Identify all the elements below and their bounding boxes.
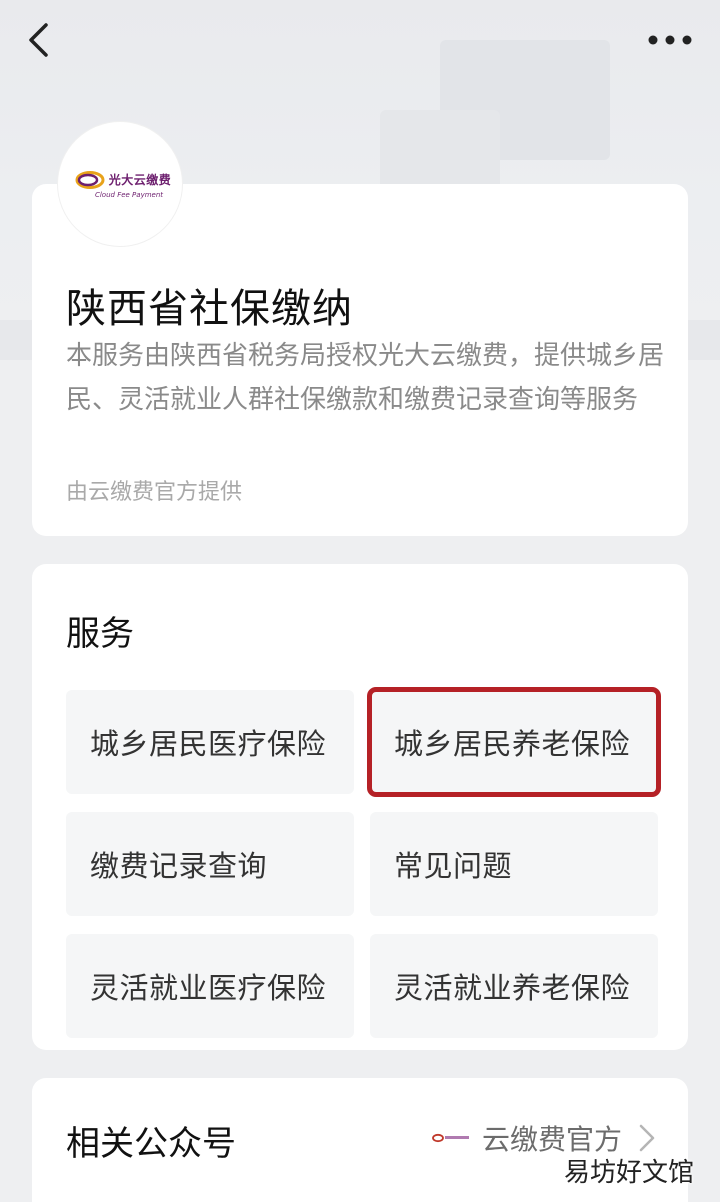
service-label: 城乡居民医疗保险 bbox=[90, 727, 327, 761]
logo-text: 光大云缴费 bbox=[108, 173, 172, 187]
service-rural-medical-insurance[interactable]: 城乡居民医疗保险 bbox=[66, 690, 354, 794]
top-nav-bar bbox=[0, 0, 720, 80]
service-label: 灵活就业养老保险 bbox=[394, 971, 631, 1005]
service-label: 城乡居民养老保险 bbox=[394, 727, 631, 761]
service-label: 缴费记录查询 bbox=[90, 849, 268, 883]
service-rural-pension-insurance[interactable]: 城乡居民养老保险 bbox=[367, 687, 661, 797]
service-faq[interactable]: 常见问题 bbox=[370, 812, 658, 916]
watermark-text: 易坊好文馆 bbox=[563, 1158, 694, 1188]
service-description: 本服务由陕西省税务局授权光大云缴费，提供城乡居民、灵活就业人群社保缴款和缴费记录… bbox=[66, 341, 665, 415]
service-flexible-medical-insurance[interactable]: 灵活就业医疗保险 bbox=[66, 934, 354, 1038]
service-payment-records[interactable]: 缴费记录查询 bbox=[66, 812, 354, 916]
logo-subtext: Cloud Fee Payment bbox=[94, 190, 164, 199]
back-button[interactable] bbox=[18, 20, 58, 60]
chevron-right-icon bbox=[639, 1124, 655, 1152]
service-label: 常见问题 bbox=[394, 849, 513, 883]
more-dots-icon bbox=[648, 35, 692, 45]
provider-note: 由云缴费官方提供 bbox=[66, 480, 243, 505]
chevron-left-icon bbox=[29, 23, 48, 57]
mini-brand-logo-icon bbox=[432, 1131, 470, 1145]
brand-logo: 光大云缴费 Cloud Fee Payment bbox=[58, 122, 182, 246]
services-card: 服务 城乡居民医疗保险 城乡居民养老保险 缴费记录查询 常见问题 灵活就业医疗保… bbox=[32, 564, 688, 1050]
more-button[interactable] bbox=[642, 22, 698, 58]
service-label: 灵活就业医疗保险 bbox=[90, 971, 327, 1005]
service-flexible-pension-insurance[interactable]: 灵活就业养老保险 bbox=[370, 934, 658, 1038]
services-title: 服务 bbox=[66, 614, 134, 654]
related-title: 相关公众号 bbox=[66, 1124, 236, 1164]
page-title: 陕西省社保缴纳 bbox=[66, 286, 353, 332]
brand-ring-icon bbox=[75, 170, 105, 189]
